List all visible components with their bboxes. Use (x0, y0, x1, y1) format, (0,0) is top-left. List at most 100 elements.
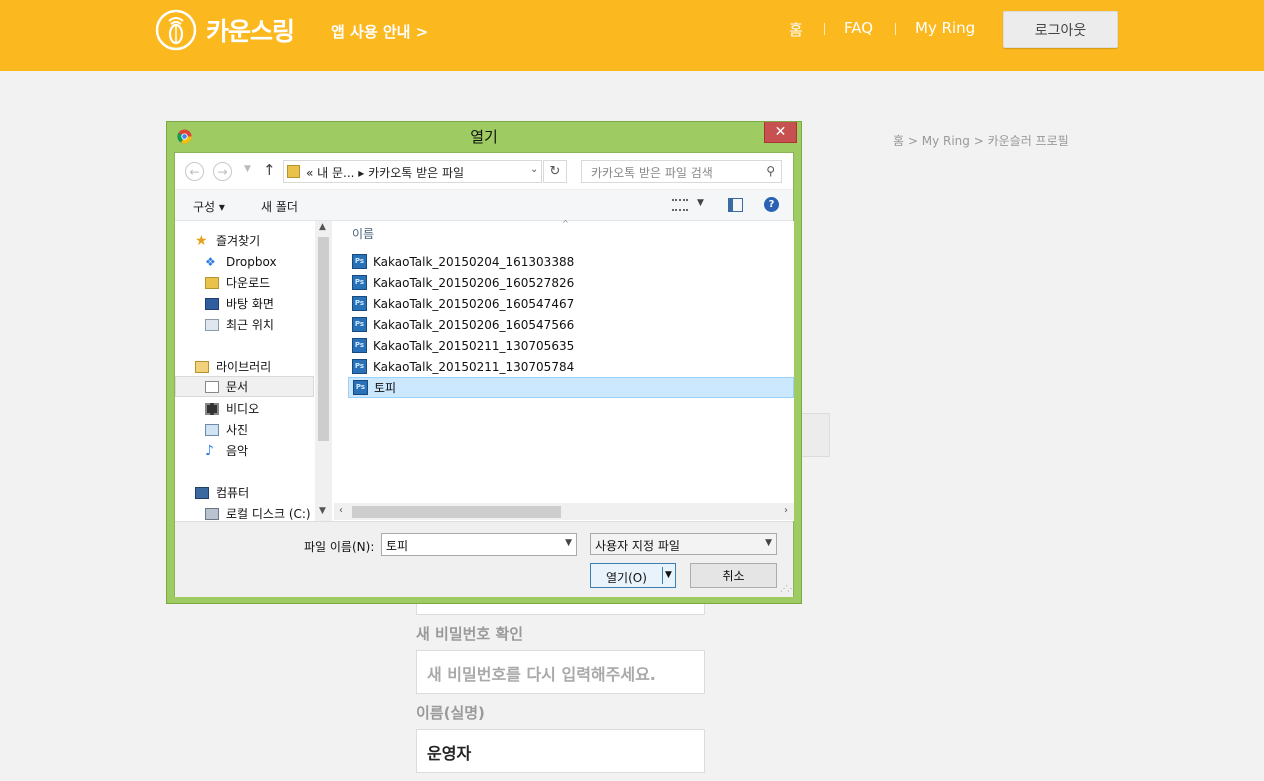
tree-libraries[interactable]: 라이브러리 (195, 356, 271, 377)
search-placeholder: 카카오톡 받은 파일 검색 (591, 166, 713, 180)
file-name: KakaoTalk_20150206_160547467 (373, 296, 575, 311)
nav-separator (895, 23, 896, 35)
tree-documents[interactable]: 문서 (175, 376, 314, 397)
photoshop-file-icon: Ps (352, 317, 367, 332)
video-icon (205, 402, 219, 415)
split-divider (662, 567, 663, 584)
horizontal-scrollbar[interactable]: ‹ › (334, 503, 794, 520)
tree-downloads[interactable]: 다운로드 (205, 272, 270, 293)
library-icon (195, 360, 209, 373)
tree-local-disk[interactable]: 로컬 디스크 (C:) (205, 503, 311, 521)
tree-recent[interactable]: 최근 위치 (205, 314, 274, 335)
horizontal-scroll-thumb[interactable] (352, 506, 561, 518)
cancel-button[interactable]: 취소 (690, 563, 777, 588)
scroll-up-icon[interactable]: ▲ (319, 222, 326, 232)
app-guide-link[interactable]: 앱 사용 안내 > (331, 21, 428, 42)
nav-separator (824, 23, 825, 35)
new-folder-button[interactable]: 새 폴더 (261, 198, 298, 215)
file-row[interactable]: Ps KakaoTalk_20150206_160547467 (348, 293, 794, 314)
close-button[interactable]: ✕ (764, 122, 797, 143)
dialog-title: 열기 (470, 128, 498, 146)
file-row[interactable]: Ps KakaoTalk_20150206_160547566 (348, 314, 794, 335)
nav-home[interactable]: 홈 (789, 19, 803, 40)
sort-ascending-icon: ^ (562, 219, 569, 228)
picture-icon (205, 423, 219, 436)
file-row[interactable]: Ps KakaoTalk_20150206_160527826 (348, 272, 794, 293)
site-header: 카운스링 앱 사용 안내 > 홈 FAQ My Ring 로그아웃 (0, 0, 1264, 71)
confirm-password-label: 새 비밀번호 확인 (416, 625, 524, 643)
tree-dropbox[interactable]: ❖ Dropbox (205, 251, 277, 272)
organize-menu[interactable]: 구성 ▾ (193, 198, 225, 215)
recent-places-icon (205, 318, 219, 331)
up-arrow-icon[interactable]: ↑ (263, 161, 276, 179)
address-path: « 내 문... ▸ 카카오톡 받은 파일 (306, 166, 465, 180)
column-header-name[interactable]: 이름 (352, 225, 374, 242)
tree-scroll-thumb[interactable] (318, 237, 329, 441)
dialog-toolbar: 구성 ▾ 새 폴더 ▼ ? (175, 189, 793, 221)
dialog-footer: 파일 이름(N): 토피 ▼ 사용자 지정 파일 ▼ 열기(O) ▼ 취소 ⋰⋰ (175, 521, 795, 597)
nav-faq[interactable]: FAQ (844, 19, 873, 37)
open-button[interactable]: 열기(O) ▼ (590, 563, 676, 588)
disk-icon (205, 507, 219, 520)
tree-music[interactable]: ♪ 음악 (205, 440, 248, 461)
scroll-left-icon[interactable]: ‹ (339, 505, 343, 516)
file-name: KakaoTalk_20150206_160527826 (373, 275, 575, 290)
dropbox-icon: ❖ (205, 254, 216, 269)
hidden-button-edge[interactable] (800, 413, 830, 457)
file-name: KakaoTalk_20150211_130705784 (373, 359, 575, 374)
confirm-password-input[interactable]: 새 비밀번호를 다시 입력해주세요. (416, 650, 705, 694)
tree-pictures[interactable]: 사진 (205, 419, 248, 440)
tree-scrollbar[interactable]: ▲ ▼ (315, 221, 332, 521)
file-name: KakaoTalk_20150204_161303388 (373, 254, 575, 269)
file-row-selected[interactable]: Ps 토피 (348, 377, 794, 398)
real-name-input[interactable]: 운영자 (416, 729, 705, 773)
filename-value: 토피 (386, 539, 409, 553)
photoshop-file-icon: Ps (352, 338, 367, 353)
address-bar[interactable]: « 내 문... ▸ 카카오톡 받은 파일 ⌄ (283, 160, 542, 183)
tree-computer[interactable]: 컴퓨터 (195, 482, 249, 503)
refresh-icon[interactable]: ↻ (543, 160, 567, 183)
breadcrumb: 홈 > My Ring > 카운슬러 프로필 (893, 134, 1069, 148)
desktop-icon (205, 297, 219, 310)
file-name: KakaoTalk_20150211_130705635 (373, 338, 575, 353)
document-icon (205, 380, 219, 393)
filetype-select[interactable]: 사용자 지정 파일 ▼ (590, 533, 777, 555)
logout-button[interactable]: 로그아웃 (1003, 11, 1118, 48)
address-row: ← → ▼ ↑ « 내 문... ▸ 카카오톡 받은 파일 ⌄ ↻ 카카오톡 받… (175, 153, 793, 189)
photoshop-file-icon: Ps (352, 275, 367, 290)
folder-icon (287, 165, 300, 178)
open-options-icon[interactable]: ▼ (665, 570, 672, 580)
filename-input[interactable]: 토피 ▼ (381, 533, 577, 556)
search-input[interactable]: 카카오톡 받은 파일 검색 ⚲ (581, 160, 782, 183)
view-list-icon[interactable] (672, 199, 688, 211)
forward-arrow-icon[interactable]: → (213, 162, 232, 181)
preview-pane-icon[interactable] (728, 198, 743, 212)
file-row[interactable]: Ps KakaoTalk_20150204_161303388 (348, 251, 794, 272)
scroll-down-icon[interactable]: ▼ (319, 506, 326, 516)
open-file-dialog: 열기 ✕ ← → ▼ ↑ « 내 문... ▸ 카카오톡 받은 파일 ⌄ ↻ 카… (166, 121, 802, 604)
help-icon[interactable]: ? (764, 197, 779, 212)
tree-favorites[interactable]: ★ 즐겨찾기 (195, 230, 260, 251)
scroll-right-icon[interactable]: › (784, 505, 788, 516)
photoshop-file-icon: Ps (353, 380, 368, 395)
real-name-label: 이름(실명) (416, 704, 485, 722)
view-dropdown-icon[interactable]: ▼ (697, 198, 704, 208)
logo-text: 카운스링 (206, 17, 295, 46)
logo[interactable]: 카운스링 (155, 9, 295, 51)
computer-icon (195, 486, 209, 499)
photoshop-file-icon: Ps (352, 359, 367, 374)
file-row[interactable]: Ps KakaoTalk_20150211_130705635 (348, 335, 794, 356)
chevron-down-icon: ▼ (765, 538, 772, 548)
resize-grip-icon[interactable]: ⋰⋰ (780, 584, 795, 593)
file-row[interactable]: Ps KakaoTalk_20150211_130705784 (348, 356, 794, 377)
tree-videos[interactable]: 비디오 (205, 398, 259, 419)
history-dropdown-icon[interactable]: ▼ (244, 164, 251, 174)
star-icon: ★ (195, 232, 208, 249)
nav-my-ring[interactable]: My Ring (915, 19, 975, 37)
photoshop-file-icon: Ps (352, 254, 367, 269)
search-icon[interactable]: ⚲ (766, 164, 775, 178)
chevron-down-icon[interactable]: ⌄ (530, 164, 538, 175)
back-arrow-icon[interactable]: ← (185, 162, 204, 181)
chevron-down-icon[interactable]: ▼ (565, 538, 572, 548)
tree-desktop[interactable]: 바탕 화면 (205, 293, 274, 314)
